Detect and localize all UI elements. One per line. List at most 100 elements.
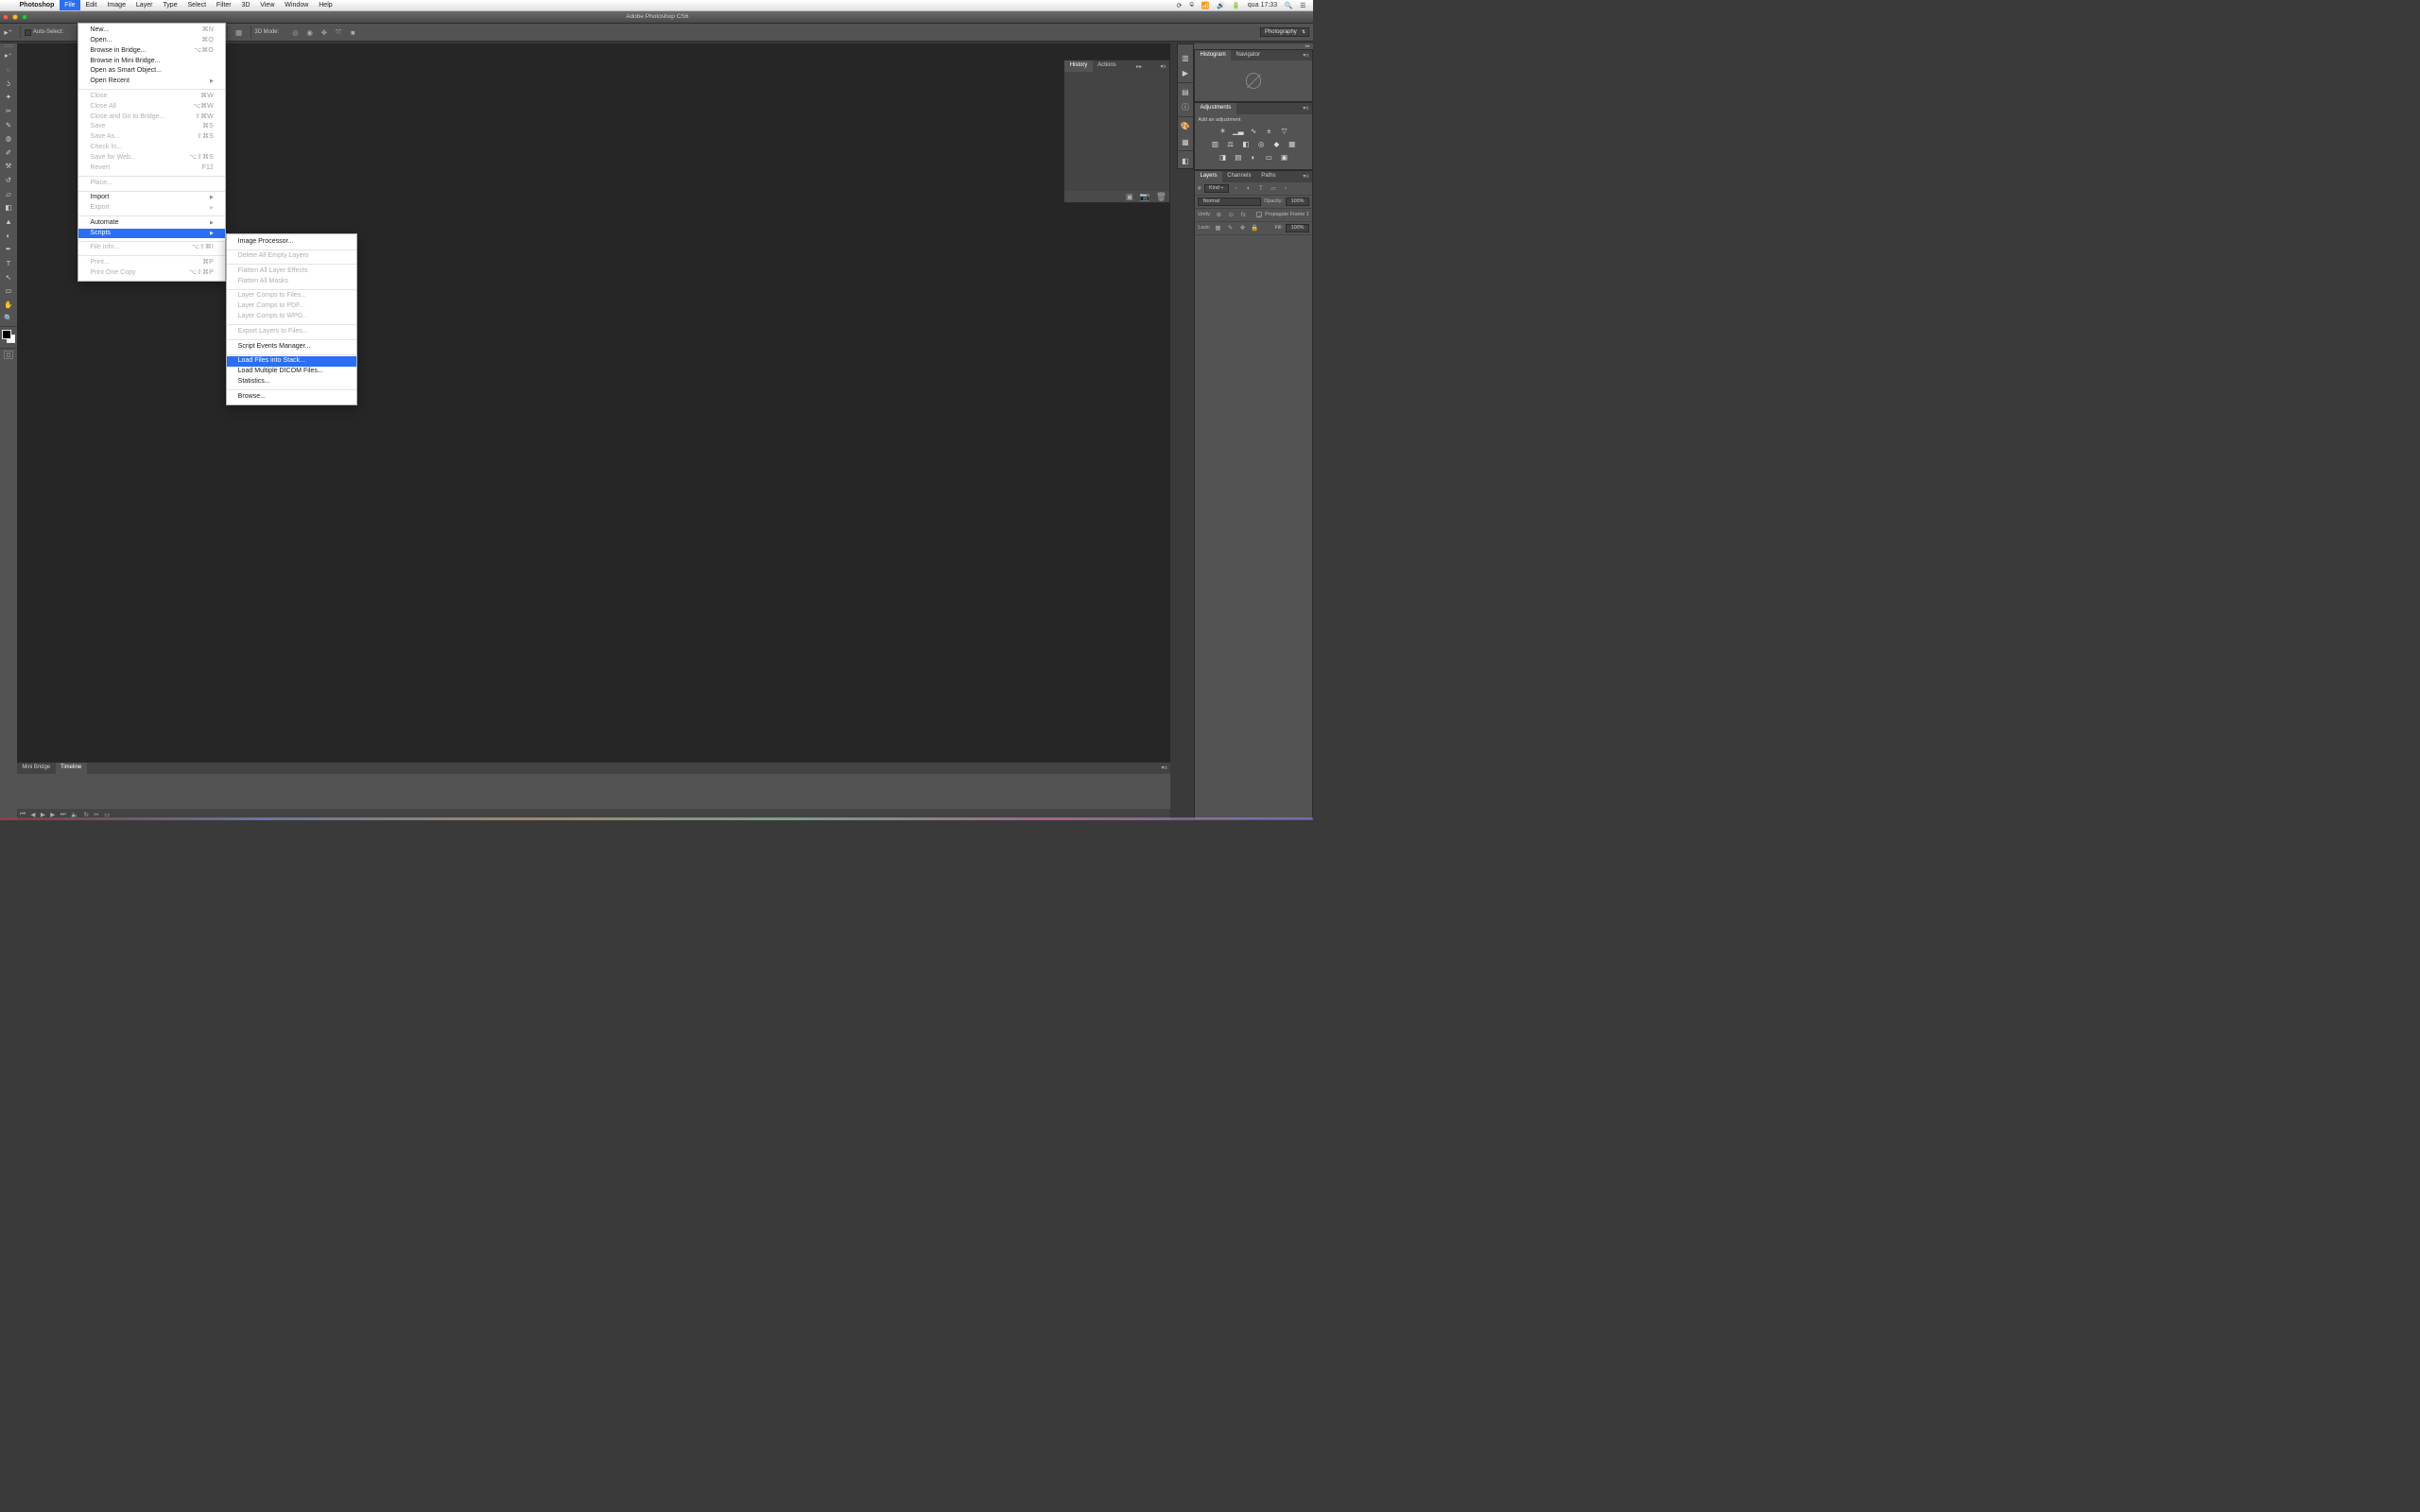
file-menu-item-3[interactable]: Browse in Mini Bridge...	[78, 57, 224, 67]
foreground-color[interactable]	[2, 330, 11, 339]
blur-tool[interactable]: ▲	[0, 215, 17, 229]
dock-info-icon[interactable]: ⓘ	[1178, 99, 1193, 114]
scripts-menu-item-0[interactable]: Image Processor...	[227, 237, 356, 248]
dock-actions-icon[interactable]: ▶	[1178, 65, 1193, 80]
file-menu-item-18[interactable]: Import	[78, 193, 224, 203]
black-white-icon[interactable]: ◧	[1241, 139, 1251, 148]
file-menu-item-0[interactable]: New...⌘N	[78, 26, 224, 36]
tab-adjustments[interactable]: Adjustments	[1195, 103, 1236, 114]
eyedropper-tool[interactable]: ✎	[0, 118, 17, 132]
app-name[interactable]: Photoshop	[14, 2, 60, 9]
workspace-switcher[interactable]: Photography ⇅	[1260, 27, 1309, 37]
delete-state-icon[interactable]: 🗑	[1156, 192, 1167, 202]
file-menu-item-4[interactable]: Open as Smart Object...	[78, 66, 224, 77]
opacity-value[interactable]: 100%	[1286, 198, 1308, 206]
filter-pixel-icon[interactable]: ▫	[1232, 185, 1241, 192]
tab-layers[interactable]: Layers	[1195, 171, 1222, 182]
brush-tool[interactable]: ✐	[0, 146, 17, 160]
menu-window[interactable]: Window	[280, 0, 314, 10]
menu-file[interactable]: File	[60, 0, 80, 10]
volume-icon[interactable]: 🔊	[1217, 1, 1225, 9]
gradient-tool[interactable]: ◧	[0, 201, 17, 215]
threshold-icon[interactable]: ◐	[1249, 152, 1258, 162]
gradient-map-icon[interactable]: ▭	[1264, 152, 1273, 162]
layer-filter-kind[interactable]: Kind ÷	[1204, 184, 1229, 193]
histogram-panel-menu-icon[interactable]: ▾≡	[1300, 52, 1312, 59]
zoom-tool[interactable]: 🔍	[0, 312, 17, 326]
crop-tool[interactable]: ✂	[0, 104, 17, 118]
scripts-menu-item-13[interactable]: Script Events Manager...	[227, 342, 356, 352]
fill-value[interactable]: 100%	[1286, 224, 1308, 232]
invert-icon[interactable]: ◨	[1219, 152, 1228, 162]
battery-icon[interactable]: 🔋	[1232, 1, 1240, 9]
dock-history-icon[interactable]: ▥	[1178, 50, 1193, 65]
lock-position-icon[interactable]: ✥	[1238, 224, 1248, 232]
file-menu-item-5[interactable]: Open Recent	[78, 77, 224, 87]
color-swatches[interactable]	[0, 328, 17, 347]
brightness-contrast-icon[interactable]: ☀	[1219, 126, 1228, 135]
clock-text[interactable]: qua 17:33	[1248, 2, 1277, 9]
lasso-tool[interactable]: ʖ	[0, 77, 17, 91]
tab-history[interactable]: History	[1064, 60, 1092, 72]
3d-scale-icon[interactable]: ■	[347, 26, 358, 38]
selective-color-icon[interactable]: ▣	[1280, 152, 1289, 162]
file-menu-item-22[interactable]: Scripts	[78, 229, 224, 239]
lock-all-icon[interactable]: 🔒	[1251, 224, 1260, 232]
menu-select[interactable]: Select	[182, 0, 211, 10]
zoom-window-button[interactable]	[22, 14, 27, 20]
3d-pan-icon[interactable]: ✥	[319, 26, 330, 38]
create-snapshot-icon[interactable]: 📷	[1140, 192, 1150, 202]
scripts-menu-item-19[interactable]: Browse...	[227, 392, 356, 403]
filter-type-icon[interactable]: T	[1256, 185, 1266, 192]
scripts-menu-item-17[interactable]: Statistics...	[227, 377, 356, 387]
tab-mini-bridge[interactable]: Mini Bridge	[17, 763, 56, 774]
hand-tool[interactable]: ✋	[0, 298, 17, 312]
blend-mode-select[interactable]: Normal	[1198, 198, 1261, 206]
wifi-icon[interactable]: 📶	[1201, 1, 1210, 9]
dock-swatches-icon[interactable]: ▦	[1178, 133, 1193, 148]
channel-mixer-icon[interactable]: ◆	[1272, 139, 1282, 148]
file-menu-item-2[interactable]: Browse in Bridge...⌥⌘O	[78, 46, 224, 57]
magic-wand-tool[interactable]: ✦	[0, 90, 17, 104]
path-selection-tool[interactable]: ↖	[0, 270, 17, 284]
menu-view[interactable]: View	[255, 0, 280, 10]
notification-center-icon[interactable]: ☰	[1300, 1, 1305, 9]
healing-brush-tool[interactable]: ◍	[0, 131, 17, 146]
rectangle-tool[interactable]: ▭	[0, 284, 17, 298]
dock-styles-icon[interactable]: ◧	[1178, 152, 1193, 167]
tab-paths[interactable]: Paths	[1256, 171, 1281, 182]
vibrance-icon[interactable]: ▽	[1280, 126, 1289, 135]
curves-icon[interactable]: ∿	[1249, 126, 1258, 135]
close-window-button[interactable]	[3, 14, 9, 20]
3d-roll-icon[interactable]: ◉	[304, 26, 316, 38]
menu-help[interactable]: Help	[314, 0, 337, 10]
tab-actions[interactable]: Actions	[1093, 60, 1121, 72]
history-panel-menu-icon[interactable]: ▾≡	[1157, 63, 1169, 70]
filter-adjustment-icon[interactable]: ◐	[1244, 185, 1253, 192]
photo-filter-icon[interactable]: ◎	[1256, 139, 1266, 148]
tab-navigator[interactable]: Navigator	[1231, 50, 1265, 61]
adjustments-panel-menu-icon[interactable]: ▾≡	[1300, 105, 1312, 112]
auto-select-checkbox[interactable]	[25, 29, 31, 36]
lock-image-icon[interactable]: ✎	[1226, 224, 1236, 232]
unify-visibility-icon[interactable]: ⊙	[1226, 211, 1236, 218]
unify-style-icon[interactable]: fx	[1238, 212, 1248, 218]
bluetooth-icon[interactable]: ⚼	[1189, 1, 1194, 9]
posterize-icon[interactable]: ▤	[1234, 152, 1243, 162]
create-document-from-state-icon[interactable]: ▣	[1126, 192, 1133, 202]
dock-color-icon[interactable]: 🎨	[1178, 118, 1193, 133]
dodge-tool[interactable]: ◐	[0, 229, 17, 243]
pen-tool[interactable]: ✒	[0, 242, 17, 256]
move-tool[interactable]: ▸⁺	[0, 49, 17, 63]
minimize-window-button[interactable]	[12, 14, 18, 20]
color-balance-icon[interactable]: ⚖	[1226, 139, 1236, 148]
filter-smart-icon[interactable]: ▫	[1281, 185, 1290, 192]
menu-layer[interactable]: Layer	[130, 0, 157, 10]
tab-channels[interactable]: Channels	[1222, 171, 1256, 182]
type-tool[interactable]: T	[0, 256, 17, 270]
3d-rotate-icon[interactable]: ◎	[290, 26, 302, 38]
lock-transparency-icon[interactable]: ▦	[1214, 224, 1223, 232]
scripts-menu-item-16[interactable]: Load Multiple DICOM Files...	[227, 367, 356, 377]
spotlight-icon[interactable]: 🔍	[1285, 1, 1293, 9]
eraser-tool[interactable]: ▱	[0, 187, 17, 201]
